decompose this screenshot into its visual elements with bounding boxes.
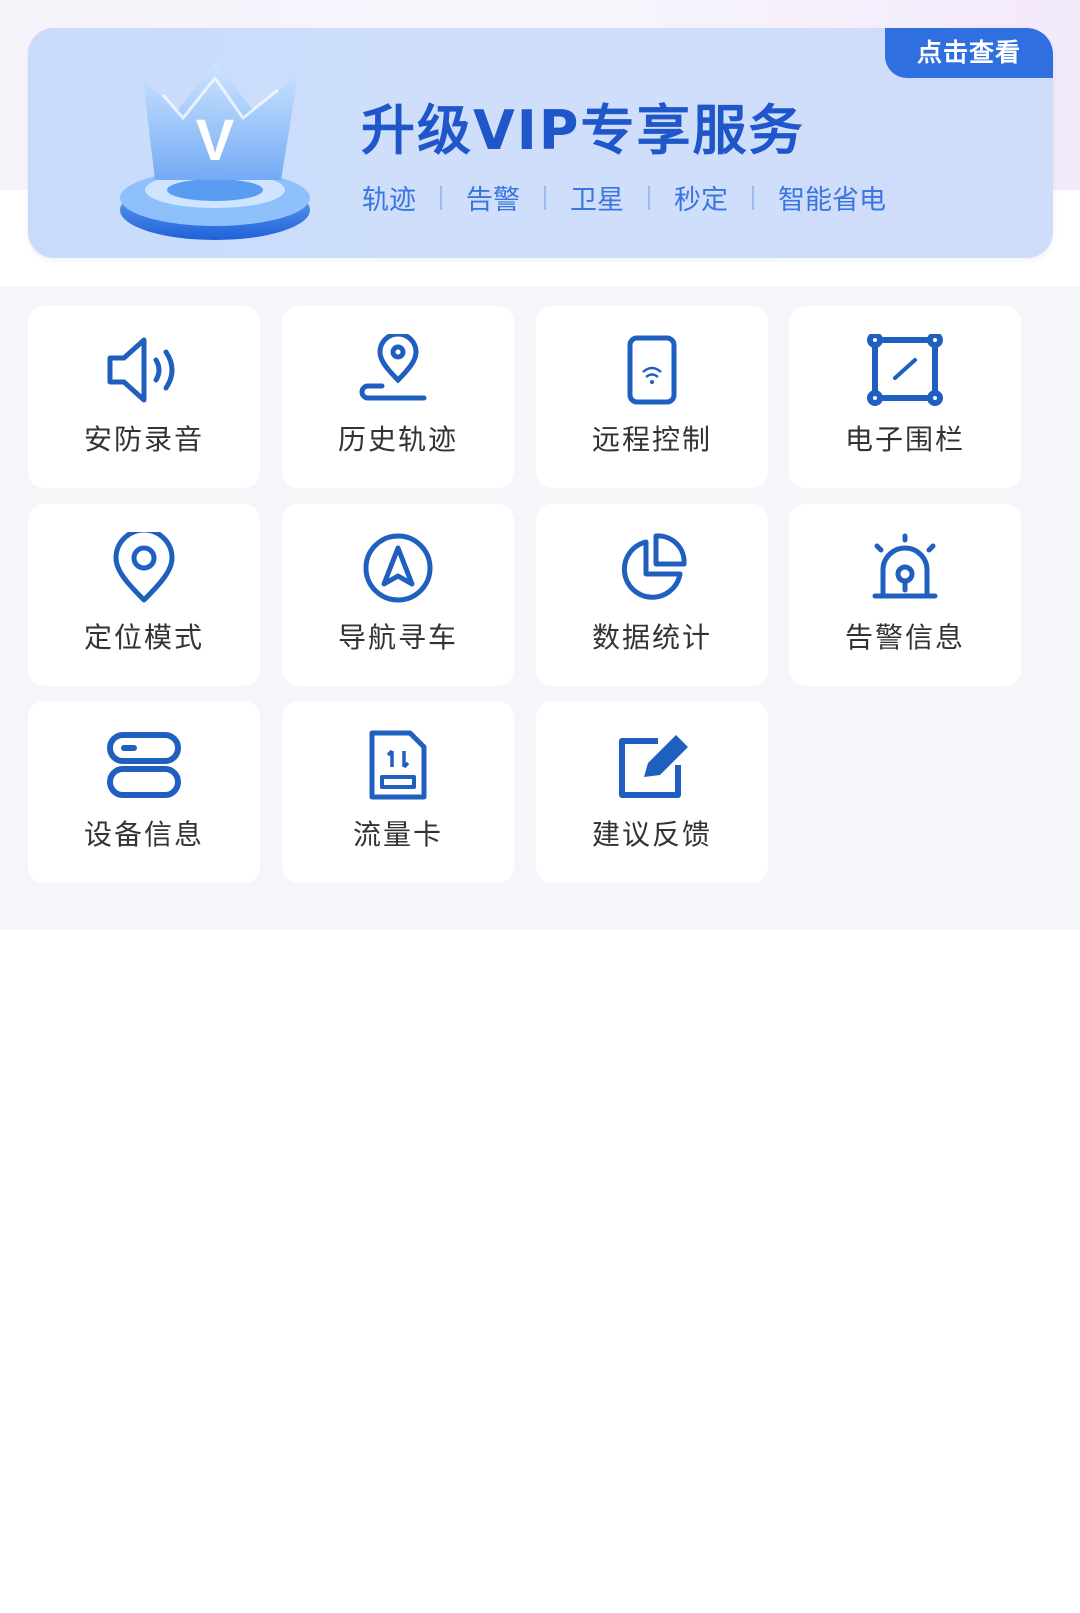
view-details-tag[interactable]: 点击查看: [885, 28, 1053, 78]
tile-label: 安防录音: [83, 423, 204, 456]
vip-upgrade-banner[interactable]: V 点击查看 升级VIP专享服务 轨迹 告警 卫星 秒定 智能省电: [28, 28, 1053, 258]
speaker-icon: [107, 337, 175, 403]
tile-device-info[interactable]: 设备信息: [28, 701, 260, 883]
device-stack-icon: [107, 732, 181, 798]
feature-divider: [752, 185, 754, 210]
tile-label: 设备信息: [83, 818, 204, 851]
tile-data-statistics[interactable]: 数据统计: [536, 504, 768, 686]
tile-alarm-info[interactable]: 告警信息: [789, 504, 1021, 686]
tile-label: 建议反馈: [591, 818, 712, 851]
tile-label: 告警信息: [844, 621, 965, 654]
tile-navigate-to-car[interactable]: 导航寻车: [282, 504, 514, 686]
banner-feature-item: 秒定: [674, 185, 728, 216]
tile-label: 电子围栏: [844, 423, 965, 456]
location-pin-icon: [113, 532, 175, 603]
banner-feature-item: 告警: [466, 185, 520, 216]
tile-history-track[interactable]: 历史轨迹: [282, 306, 514, 488]
tile-feedback[interactable]: 建议反馈: [536, 701, 768, 883]
banner-feature-list: 轨迹 告警 卫星 秒定 智能省电: [362, 178, 886, 217]
feature-divider: [440, 185, 442, 210]
tile-geofence[interactable]: 电子围栏: [789, 306, 1021, 488]
function-grid: 安防录音 历史轨迹 远程控制 电子围栏 定位模式 导航寻车 数据统计 告警信息 …: [0, 286, 1080, 930]
tile-label: 远程控制: [591, 423, 712, 456]
svg-text:V: V: [196, 108, 235, 173]
phone-wifi-icon: [627, 335, 677, 405]
tile-security-recording[interactable]: 安防录音: [28, 306, 260, 488]
tile-data-sim-card[interactable]: 流量卡: [282, 701, 514, 883]
vip-crown-icon: V: [120, 62, 310, 240]
geofence-icon: [867, 334, 943, 406]
tile-label: 数据统计: [591, 621, 712, 654]
tile-label: 历史轨迹: [337, 423, 458, 456]
route-pin-icon: [359, 334, 427, 401]
tile-remote-control[interactable]: 远程控制: [536, 306, 768, 488]
tile-positioning-mode[interactable]: 定位模式: [28, 504, 260, 686]
feature-divider: [648, 185, 650, 210]
banner-feature-item: 智能省电: [778, 185, 886, 216]
sim-card-icon: [369, 730, 427, 800]
banner-feature-item: 轨迹: [362, 185, 416, 216]
banner-feature-item: 卫星: [570, 185, 624, 216]
edit-feedback-icon: [619, 735, 688, 798]
tile-label: 定位模式: [83, 621, 204, 654]
navigation-arrow-icon: [363, 533, 433, 603]
pie-chart-icon: [621, 533, 687, 600]
feature-divider: [544, 185, 546, 210]
alarm-siren-icon: [872, 533, 938, 599]
tile-label: 流量卡: [352, 818, 443, 851]
tile-label: 导航寻车: [337, 621, 458, 654]
banner-title: 升级VIP专享服务: [361, 99, 805, 162]
